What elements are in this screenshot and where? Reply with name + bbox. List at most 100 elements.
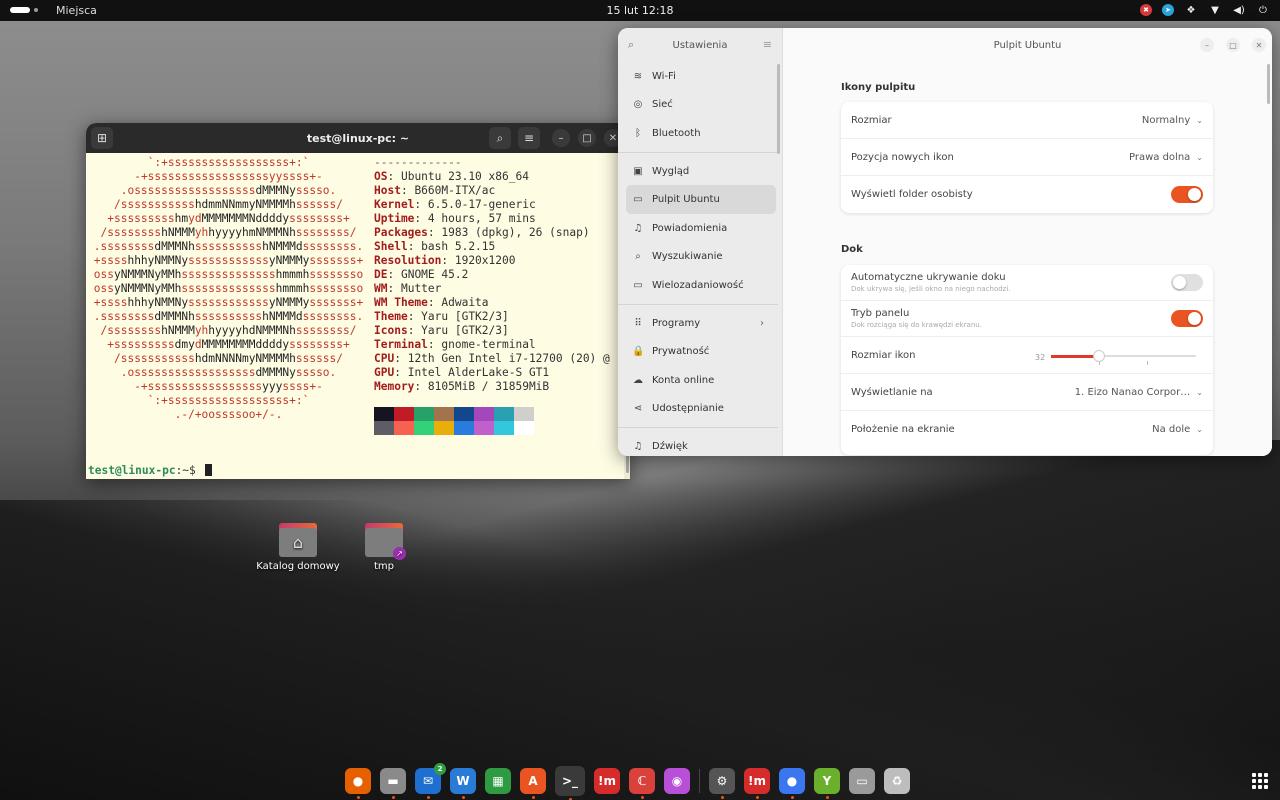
shell-prompt[interactable]: test@linux-pc:~$ xyxy=(88,464,212,478)
palette-swatch xyxy=(414,407,434,421)
search-icon[interactable]: ⌕ xyxy=(628,38,634,52)
autohide-row[interactable]: Automatyczne ukrywanie doku Dok ukrywa si… xyxy=(841,265,1213,301)
dock-app-disk[interactable]: ▭ xyxy=(849,768,875,794)
sidebar-item-programy[interactable]: ⠿ Programy › xyxy=(618,309,778,338)
logo-line: /sssssssshNMMMyhhyyyyhmNMMMNhssssssss/ xyxy=(86,226,371,240)
minimize-button[interactable]: – xyxy=(1200,38,1214,52)
sidebar-item-sieć[interactable]: ◎ Sieć xyxy=(618,91,778,120)
dock-app-app-center[interactable]: A xyxy=(520,768,546,799)
dock-icon-size-row[interactable]: Rozmiar ikon 32 xyxy=(841,337,1213,374)
display-on-row[interactable]: Wyświetlanie na 1. Eizo Nanao Corpor… ⌄ xyxy=(841,374,1213,411)
terminal-window[interactable]: ⊞ test@linux-pc: ~ ⌕ ≡ – □ ✕ `:+ssssssss… xyxy=(86,123,630,479)
logo-segment: dMMMNh xyxy=(154,310,195,323)
screen-position-row[interactable]: Położenie na ekranie Na dole ⌄ xyxy=(841,411,1213,448)
minimize-button[interactable]: – xyxy=(552,129,570,147)
dock-app-mpd-app-2[interactable]: !m xyxy=(744,768,770,799)
sidebar-item-wielozadaniowość[interactable]: ▭ Wielozadaniowość xyxy=(618,271,778,300)
show-home-row[interactable]: Wyświetl folder osobisty xyxy=(841,176,1213,213)
sidebar-item-pulpit-ubuntu[interactable]: ▭ Pulpit Ubuntu xyxy=(626,185,776,214)
home-folder-icon: ⌂ xyxy=(279,528,317,557)
sidebar-item-powiadomienia[interactable]: ♫ Powiadomienia xyxy=(618,214,778,243)
slider-thumb[interactable] xyxy=(1092,350,1105,362)
search-button[interactable]: ⌕ xyxy=(489,127,511,149)
icon-size-row[interactable]: Rozmiar Normalny ⌄ xyxy=(841,102,1213,139)
dock-app-libreoffice-writer[interactable]: W xyxy=(450,768,476,799)
dock-app-mpd-app[interactable]: !m xyxy=(594,768,620,794)
sidebar-item-konta-online[interactable]: ☁ Konta online xyxy=(618,366,778,395)
panel-mode-toggle[interactable] xyxy=(1171,310,1203,327)
logo-line: -+ssssssssssssssssssyyssss+- xyxy=(86,170,371,184)
thunderbird-icon: ✉ xyxy=(422,774,434,788)
telegram-icon[interactable]: ➤ xyxy=(1162,4,1174,16)
terminal-output[interactable]: `:+ssssssssssssssssss+:` -+ssssssssssssss… xyxy=(86,153,624,479)
info-value: Adwaita xyxy=(441,296,489,309)
info-line: GPU: Intel AlderLake-S GT1 xyxy=(374,366,610,380)
sidebar-item-dźwięk[interactable]: ♫ Dźwięk xyxy=(618,432,778,456)
dock-app-thunderbird[interactable]: ✉ 2 xyxy=(415,763,446,799)
clock[interactable]: 15 lut 12:18 xyxy=(606,4,673,17)
show-home-toggle[interactable] xyxy=(1171,186,1203,203)
new-icon-position-row[interactable]: Pozycja nowych ikon Prawa dolna ⌄ xyxy=(841,139,1213,176)
app-center-icon: A xyxy=(528,774,538,788)
logo-line: +sssssssssdmydMMMMMMMMddddyssssssss+ xyxy=(86,338,371,352)
volume-icon[interactable]: ◀) xyxy=(1232,3,1246,17)
sidebar-item-label: Wi-Fi xyxy=(652,70,676,82)
desktop-icon-home[interactable]: ⌂ Katalog domowy xyxy=(253,523,343,572)
menu-button[interactable]: ≡ xyxy=(518,127,540,149)
sidebar-item-bluetooth[interactable]: ᛒ Bluetooth xyxy=(618,119,778,148)
power-icon[interactable]: ⏻ xyxy=(1256,3,1270,17)
sidebar-item-wyszukiwanie[interactable]: ⌕ Wyszukiwanie xyxy=(618,243,778,272)
places-menu[interactable]: Miejsca xyxy=(56,4,97,17)
content-scrollbar[interactable] xyxy=(1267,64,1270,104)
panel-mode-row[interactable]: Tryb panelu Dok rozciąga się do krawędzi … xyxy=(841,301,1213,337)
show-apps-button[interactable] xyxy=(1252,773,1268,789)
desktop-icon-tmp[interactable]: ↗ tmp xyxy=(339,523,429,572)
new-icon-position-dropdown[interactable]: Prawa dolna ⌄ xyxy=(1129,152,1203,163)
sidebar-item-wygląd[interactable]: ▣ Wygląd xyxy=(618,157,778,186)
dock-app-files[interactable]: ▬ xyxy=(380,768,406,799)
icon-size-dropdown[interactable]: Normalny ⌄ xyxy=(1142,115,1203,126)
logo-segment: ssssssso xyxy=(309,282,364,295)
sidebar-item-udostępnianie[interactable]: ⋖ Udostępnianie xyxy=(618,395,778,424)
dropbox-icon[interactable]: ❖ xyxy=(1184,3,1198,17)
icon-size-slider[interactable]: 32 xyxy=(1035,347,1196,367)
display-dropdown[interactable]: 1. Eizo Nanao Corpor… ⌄ xyxy=(1075,387,1203,398)
dock-app-trash[interactable]: ♻ xyxy=(884,768,910,794)
activities-button[interactable] xyxy=(10,7,38,13)
dock-app-signal[interactable]: ● xyxy=(779,768,805,799)
dock-app-settings[interactable]: ⚙ xyxy=(709,768,735,799)
new-tab-button[interactable]: ⊞ xyxy=(91,127,113,149)
dock-app-keepass[interactable]: Y xyxy=(814,768,840,799)
system-tray[interactable]: ✖ ➤ ❖ ▼ ◀) ⏻ xyxy=(1140,3,1270,17)
wifi-icon[interactable]: ▼ xyxy=(1208,3,1222,17)
close-button[interactable]: ✕ xyxy=(1252,38,1266,52)
screen-position-dropdown[interactable]: Na dole ⌄ xyxy=(1152,424,1203,435)
dock-app-firefox[interactable]: ● xyxy=(345,768,371,799)
maximize-button[interactable]: □ xyxy=(1226,38,1240,52)
desktop-icons-card: Rozmiar Normalny ⌄ Pozycja nowych ikon Pr… xyxy=(841,102,1213,213)
logo-segment: hmmmh xyxy=(275,282,310,295)
terminal-titlebar[interactable]: ⊞ test@linux-pc: ~ ⌕ ≡ – □ ✕ xyxy=(86,123,630,153)
hamburger-icon[interactable]: ≡ xyxy=(763,38,772,51)
logo-segment: hNMMM xyxy=(161,324,195,337)
calc-icon: ▦ xyxy=(492,774,504,788)
info-line: Resolution: 1920x1200 xyxy=(374,254,610,268)
sidebar-item-wi-fi[interactable]: ≋ Wi-Fi xyxy=(618,62,778,91)
autohide-toggle[interactable] xyxy=(1171,274,1203,291)
sidebar-item-prywatność[interactable]: 🔒 Prywatność xyxy=(618,337,778,366)
sidebar-scrollbar[interactable] xyxy=(777,64,780,154)
settings-window[interactable]: ⌕ Ustawienia ≡ ≋ Wi-Fi ◎ Sieć ᛒ Bluetooth ▣ Wyg… xyxy=(618,28,1272,456)
sidebar-item-label: Dźwięk xyxy=(652,440,688,452)
close-icon: ✕ xyxy=(608,132,618,144)
dock-app-gradle-red[interactable]: ℂ xyxy=(629,768,655,799)
record-indicator-icon[interactable]: ✖ xyxy=(1140,4,1152,16)
content-header: Pulpit Ubuntu – □ ✕ xyxy=(783,28,1272,62)
maximize-button[interactable]: □ xyxy=(578,129,596,147)
dock-app-color-picker[interactable]: ◉ xyxy=(664,768,690,794)
info-colon: : xyxy=(387,282,401,295)
info-line: DE: GNOME 45.2 xyxy=(374,268,610,282)
sidebar-item-label: Pulpit Ubuntu xyxy=(652,194,720,206)
dock-app-libreoffice-calc[interactable]: ▦ xyxy=(485,768,511,794)
dock-app-terminal[interactable]: >_ xyxy=(555,766,585,800)
row-subtitle: Dok ukrywa się, jeśli okno na niego nach… xyxy=(851,285,1011,293)
